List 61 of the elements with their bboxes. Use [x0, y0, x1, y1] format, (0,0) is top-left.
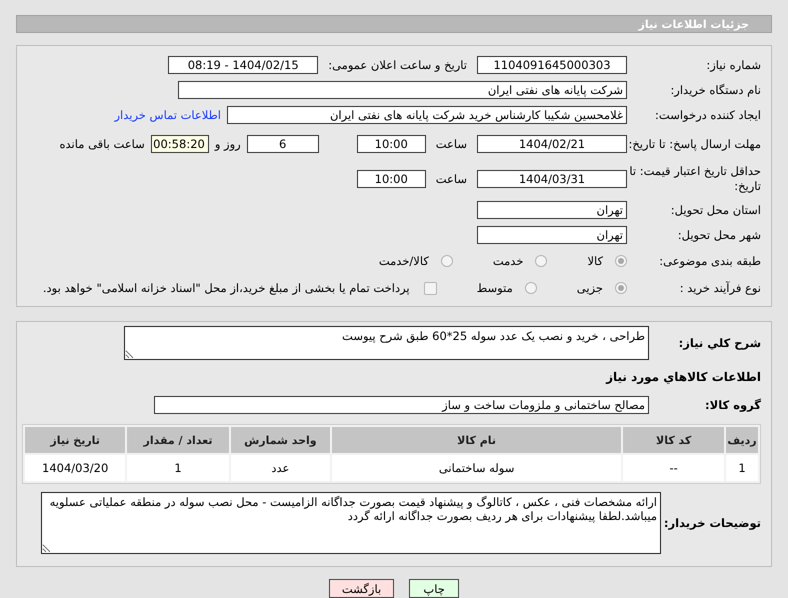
page-title: جزئیات اطلاعات نیاز	[638, 18, 749, 31]
field-label: شهر محل تحویل:	[676, 228, 761, 242]
table-cell: سوله ساختمانی	[332, 455, 622, 481]
checkbox[interactable]	[424, 282, 437, 294]
field-label: شماره نیاز:	[705, 58, 761, 73]
days-field: 6	[246, 135, 319, 154]
field-label: ساعت	[436, 137, 467, 152]
validity-date-field: 1404/03/31	[477, 170, 627, 188]
buyer-org-field: شرکت پایانه های نفتی ایران	[178, 81, 627, 100]
validity-time-field: 10:00	[356, 170, 426, 188]
radio-button[interactable]	[615, 255, 627, 267]
option-label: جزیی	[576, 281, 603, 295]
field-label: حداقل تاریخ اعتبار قیمت: تا تاریخ:	[628, 164, 761, 194]
need-number-field: 1104091645000303	[477, 56, 627, 74]
column-header: ردیف	[726, 427, 758, 453]
table-cell: عدد	[230, 455, 330, 481]
column-header: واحد شمارش	[230, 427, 330, 453]
field-label: روز و	[214, 137, 241, 152]
column-header: نام کالا	[332, 427, 622, 453]
option-label: کالا/خدمت	[378, 254, 429, 268]
table-cell: --	[623, 455, 724, 481]
radio-button[interactable]	[535, 255, 548, 267]
field-label: ساعت باقی مانده	[60, 137, 145, 152]
table-cell: 1	[726, 455, 758, 481]
option-label: متوسط	[476, 281, 513, 295]
buyer-notes-field[interactable]: ارائه مشخصات فنی ، عکس ، کاتالوگ و پیشنهاد قیمت بصورت جداگانه الزامیست - محل نصب سوله در منطقه عملیاتی عسلویه میباشد.لطفا پیشنهادات برای هر ردیف بصورت جداگانه ارائه گردد	[41, 492, 661, 554]
deadline-time-field: 10:00	[356, 135, 426, 154]
requester-field: غلامحسین شکیبا کارشناس خرید شرکت پایانه های نفتی ایران	[227, 106, 627, 124]
radio-button[interactable]	[524, 282, 537, 294]
remaining-time-field: 00:58:20	[150, 135, 209, 154]
column-header: تاریخ نیاز	[25, 427, 126, 453]
field-label: مهلت ارسال پاسخ: تا تاریخ:	[627, 136, 761, 152]
goods-group-field: مصالح ساختمانی و ملزومات ساخت و ساز	[154, 396, 649, 414]
field-label: ایجاد کننده درخواست:	[654, 108, 761, 123]
back-button[interactable]: بازگشت	[328, 579, 394, 598]
contact-link[interactable]: اطلاعات تماس خریدار	[114, 108, 221, 122]
city-field: تهران	[477, 226, 627, 244]
option-label: خدمت	[492, 254, 524, 268]
description-field[interactable]: طراحی ، خرید و نصب یک عدد سوله 25*60 طبق شرح پیوست	[124, 326, 649, 360]
payment-note: پرداخت تمام یا بخشی از مبلغ خرید،از محل "اسناد خزانه اسلامی" خواهد بود.	[42, 281, 410, 295]
section-heading: اطلاعات كالاهاي مورد نياز	[606, 370, 761, 384]
field-label: نام دستگاه خریدار:	[669, 82, 761, 98]
field-label: ساعت	[436, 172, 467, 186]
field-label: طبقه بندی موضوعی:	[658, 254, 761, 268]
field-label: تاریخ و ساعت اعلان عمومی:	[328, 58, 467, 72]
announce-date-field: 1404/02/15 - 08:19	[168, 56, 318, 74]
province-field: تهران	[477, 201, 627, 219]
print-button[interactable]: چاپ	[409, 579, 460, 598]
field-label: گروه کالا:	[704, 398, 761, 412]
field-label: استان محل تحویل:	[670, 202, 761, 218]
column-header: کد کالا	[623, 427, 724, 453]
radio-button[interactable]	[615, 282, 627, 294]
column-header: تعداد / مقدار	[127, 427, 229, 453]
option-label: کالا	[587, 254, 603, 268]
field-label: توضیحات خریدار:	[662, 516, 761, 530]
field-label: شرح کلي نياز:	[678, 336, 761, 350]
deadline-date-field: 1404/02/21	[477, 135, 627, 154]
table-cell: 1404/03/20	[25, 455, 126, 481]
radio-button[interactable]	[440, 255, 453, 267]
field-label: نوع فرآیند خرید :	[678, 280, 761, 296]
table-cell: 1	[127, 455, 229, 481]
